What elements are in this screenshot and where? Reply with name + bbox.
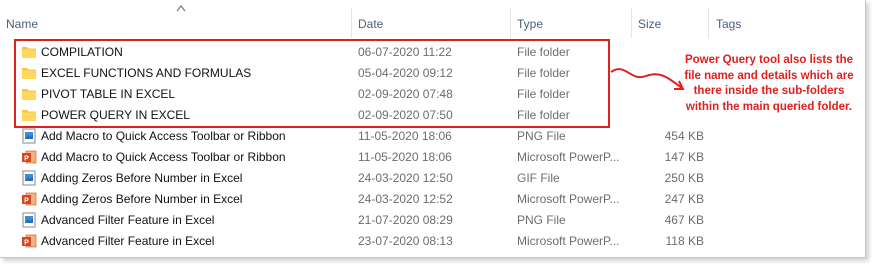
file-size: 118 KB (665, 234, 704, 248)
file-row[interactable]: P Add Macro to Quick Access Toolbar or R… (0, 147, 865, 168)
svg-text:P: P (24, 197, 29, 204)
date-modified: 23-07-2020 08:13 (358, 234, 453, 248)
file-name: Adding Zeros Before Number in Excel (41, 171, 243, 185)
date-modified: 11-05-2020 18:06 (358, 150, 452, 164)
column-divider[interactable] (708, 8, 709, 38)
column-header-date[interactable]: Date (352, 14, 508, 34)
file-type: GIF File (517, 171, 560, 185)
folders-highlight-box (14, 39, 610, 128)
file-size: 467 KB (664, 213, 704, 227)
file-size: 454 KB (664, 129, 704, 143)
date-modified: 11-05-2020 18:06 (358, 129, 452, 143)
callout-arrow-icon (610, 68, 685, 90)
file-row[interactable]: Adding Zeros Before Number in Excel 24-0… (0, 168, 865, 189)
file-name: Advanced Filter Feature in Excel (41, 213, 215, 227)
file-name: Add Macro to Quick Access Toolbar or Rib… (41, 129, 286, 143)
image-file-icon (22, 170, 36, 186)
file-explorer-view: Name Date Type Size Tags COMPILATION 06-… (0, 0, 866, 258)
file-type: PNG File (517, 213, 566, 227)
column-header-tags[interactable]: Tags (710, 14, 816, 34)
date-modified: 24-03-2020 12:52 (358, 192, 453, 206)
file-type: PNG File (517, 129, 566, 143)
file-name: Adding Zeros Before Number in Excel (41, 192, 243, 206)
powerpoint-file-icon: P (22, 192, 37, 206)
file-row[interactable]: P Advanced Filter Feature in Excel 23-07… (0, 231, 865, 252)
column-header-name[interactable]: Name (0, 14, 351, 34)
date-modified: 21-07-2020 08:29 (358, 213, 453, 227)
date-modified: 24-03-2020 12:50 (358, 171, 453, 185)
file-size: 247 KB (664, 192, 704, 206)
column-header-bar: Name Date Type Size Tags (0, 0, 865, 38)
column-header-type[interactable]: Type (511, 14, 632, 34)
file-name: Advanced Filter Feature in Excel (41, 234, 215, 248)
annotation-callout: Power Query tool also lists the file nam… (684, 54, 854, 113)
image-file-icon (22, 128, 36, 144)
image-file-icon (22, 212, 36, 228)
file-name: Add Macro to Quick Access Toolbar or Rib… (41, 150, 286, 164)
powerpoint-file-icon: P (22, 234, 37, 248)
file-row[interactable]: Add Macro to Quick Access Toolbar or Rib… (0, 126, 865, 147)
file-row[interactable]: Advanced Filter Feature in Excel 21-07-2… (0, 210, 865, 231)
file-size: 250 KB (664, 171, 704, 185)
sort-ascending-icon[interactable] (176, 4, 186, 12)
svg-text:P: P (24, 155, 29, 162)
powerpoint-file-icon: P (22, 150, 37, 164)
file-size: 147 KB (664, 150, 704, 164)
file-row[interactable]: P Adding Zeros Before Number in Excel 24… (0, 189, 865, 210)
svg-text:P: P (24, 239, 29, 246)
column-header-size[interactable]: Size (632, 14, 708, 34)
